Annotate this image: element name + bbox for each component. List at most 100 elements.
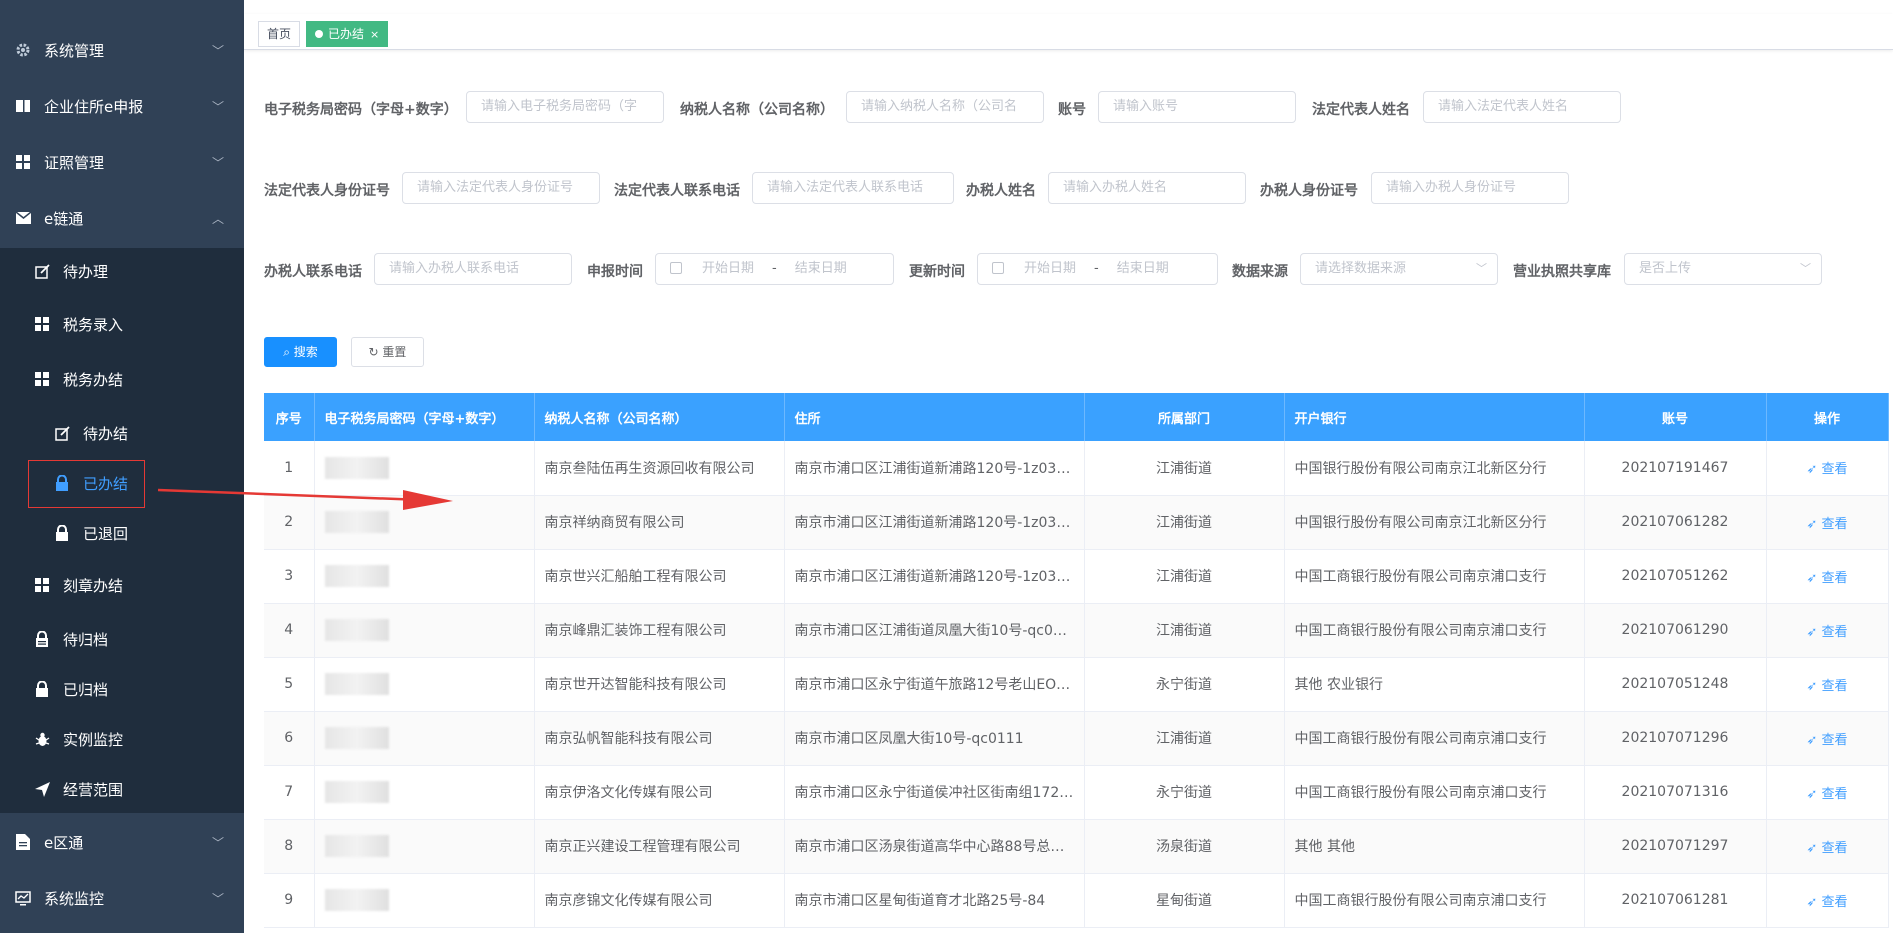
filter-label-taxpayer-name: 纳税人名称（公司名称） bbox=[680, 102, 834, 118]
report-time-range[interactable]: 开始日期 - 结束日期 bbox=[655, 253, 894, 285]
send-icon: ➶ bbox=[1806, 678, 1822, 694]
table-row[interactable]: 2 南京祥纳商贸有限公司 南京市浦口区江浦街道新浦路120号-1z0312 江浦街道中… bbox=[264, 495, 1889, 550]
send-icon: ➶ bbox=[1806, 894, 1822, 910]
cell-tax-password bbox=[314, 549, 535, 604]
input-placeholder: 请输入纳税人名称（公司名 bbox=[861, 99, 1018, 114]
license-share-select[interactable]: 是否上传 ﹀ bbox=[1624, 253, 1822, 285]
sidebar-item-label: 待办理 bbox=[63, 262, 109, 281]
view-link[interactable]: ➶ 查看 bbox=[1806, 571, 1847, 586]
cell-account: 202107071316 bbox=[1584, 765, 1767, 820]
sidebar-item-label: e区通 bbox=[44, 833, 84, 852]
sidebar-item-tax-completed[interactable]: 税务办结 ︿ bbox=[33, 363, 244, 395]
filter-label-report-time: 申报时间 bbox=[587, 264, 643, 280]
range-separator: - bbox=[1094, 261, 1099, 276]
cell-bank: 其他 其他 bbox=[1284, 819, 1585, 874]
filter-label-account: 账号 bbox=[1058, 102, 1086, 118]
cell-index: 6 bbox=[264, 711, 315, 766]
cell-actions: ➶ 查看 bbox=[1766, 495, 1889, 550]
column-header[interactable]: 住所 bbox=[784, 393, 1085, 441]
view-link[interactable]: ➶ 查看 bbox=[1806, 462, 1847, 477]
table-row[interactable]: 9 南京彦锦文化传媒有限公司 南京市浦口区星甸街道育才北路25号-84 星甸街道 中国工… bbox=[264, 873, 1889, 928]
table-row[interactable]: 4 南京峰鼎汇装饰工程有限公司 南京市浦口区江浦街道凤凰大街10号-qc0110 江浦… bbox=[264, 603, 1889, 658]
tag-home[interactable]: 首页 bbox=[258, 21, 301, 47]
sidebar-item-instance-monitor[interactable]: 实例监控 bbox=[33, 723, 244, 755]
table-row[interactable]: 6 南京弘帆智能科技有限公司 南京市浦口区凤凰大街10号-qc0111 江浦街道 中国工… bbox=[264, 711, 1889, 766]
search-button[interactable]: ⌕ 搜索 bbox=[264, 337, 337, 367]
sidebar-item-pending[interactable]: 待办理 bbox=[33, 255, 244, 287]
sidebar-item-system-monitor[interactable]: 系统监控 ﹀ bbox=[14, 882, 244, 914]
cell-account: 202107051248 bbox=[1584, 657, 1767, 712]
column-header[interactable]: 纳税人名称（公司名称） bbox=[534, 393, 785, 441]
redacted-block bbox=[324, 727, 389, 749]
table-row[interactable]: 5 南京世开达智能科技有限公司 南京市浦口区永宁街道午旅路12号老山EO… 永宁街道其… bbox=[264, 657, 1889, 712]
column-header[interactable]: 操作 bbox=[1766, 393, 1889, 441]
edit-icon bbox=[53, 424, 71, 442]
sidebar-item-to-complete[interactable]: 待办结 bbox=[53, 417, 244, 449]
agent-phone-input[interactable]: 请输入办税人联系电话 bbox=[374, 253, 572, 285]
input-placeholder: 请输入电子税务局密码（字 bbox=[481, 99, 638, 114]
table-row[interactable]: 8 南京正兴建设工程管理有限公司 南京市浦口区汤泉街道高华中心路88号总… 汤泉街道其… bbox=[264, 819, 1889, 874]
column-header[interactable]: 账号 bbox=[1584, 393, 1767, 441]
sidebar-item-seal-completed[interactable]: 刻章办结 ﹀ bbox=[33, 569, 244, 601]
sidebar-item-label: 待归档 bbox=[63, 630, 109, 649]
cell-taxpayer-name: 南京峰鼎汇装饰工程有限公司 bbox=[534, 603, 785, 658]
legal-rep-phone-input[interactable]: 请输入法定代表人联系电话 bbox=[752, 172, 954, 204]
tag-completed[interactable]: 已办结 × bbox=[306, 21, 389, 47]
sidebar-item-business-scope[interactable]: 经营范围 bbox=[33, 773, 244, 805]
sidebar-item-enterprise-address[interactable]: 企业住所e申报 ﹀ bbox=[14, 90, 244, 122]
sidebar-item-label: 证照管理 bbox=[44, 153, 105, 172]
sidebar-item-tax-entry[interactable]: 税务录入 ﹀ bbox=[33, 308, 244, 340]
cell-department: 江浦街道 bbox=[1084, 495, 1285, 550]
table-row[interactable]: 3 南京世兴汇船舶工程有限公司 南京市浦口区江浦街道新浦路120号-1z0310 江浦… bbox=[264, 549, 1889, 604]
column-header[interactable]: 所属部门 bbox=[1084, 393, 1285, 441]
sidebar-item-e-district[interactable]: e区通 ﹀ bbox=[14, 826, 244, 858]
redacted-block bbox=[324, 673, 389, 695]
sidebar-item-label: 税务录入 bbox=[63, 315, 124, 334]
agent-name-input[interactable]: 请输入办税人姓名 bbox=[1048, 172, 1246, 204]
sidebar-item-archived[interactable]: 已归档 bbox=[33, 673, 244, 705]
table-row[interactable]: 1 南京叁陆伍再生资源回收有限公司 南京市浦口区江浦街道新浦路120号-1z0317… bbox=[264, 441, 1889, 496]
input-placeholder: 请输入办税人身份证号 bbox=[1386, 180, 1517, 195]
column-header[interactable]: 开户银行 bbox=[1284, 393, 1585, 441]
update-time-range[interactable]: 开始日期 - 结束日期 bbox=[977, 253, 1218, 285]
column-header[interactable]: 电子税务局密码（字母+数字） bbox=[314, 393, 535, 441]
agent-id-input[interactable]: 请输入办税人身份证号 bbox=[1371, 172, 1569, 204]
view-link[interactable]: ➶ 查看 bbox=[1806, 787, 1847, 802]
mail-icon bbox=[14, 209, 32, 227]
cell-index: 3 bbox=[264, 549, 315, 604]
table-header-row: 序号 电子税务局密码（字母+数字） 纳税人名称（公司名称） 住所 所属部门 开户… bbox=[264, 393, 1889, 441]
table-row[interactable]: 7 南京伊洛文化传媒有限公司 南京市浦口区永宁街道侯冲社区街南组172… 永宁街道 中国… bbox=[264, 765, 1889, 820]
column-header[interactable]: 序号 bbox=[264, 393, 315, 441]
sidebar-item-system-manage[interactable]: 系统管理 ﹀ bbox=[14, 34, 244, 66]
view-link[interactable]: ➶ 查看 bbox=[1806, 841, 1847, 856]
view-link[interactable]: ➶ 查看 bbox=[1806, 733, 1847, 748]
redacted-block bbox=[324, 835, 389, 857]
cell-bank: 中国工商银行股份有限公司南京浦口支行 bbox=[1284, 603, 1585, 658]
tax-password-input[interactable]: 请输入电子税务局密码（字 bbox=[466, 91, 664, 123]
sidebar: 系统管理 ﹀ 企业住所e申报 ﹀ 证照管理 ﹀ e链通 ︿ 待办理 税务录入 ﹀… bbox=[0, 0, 244, 933]
legal-rep-id-input[interactable]: 请输入法定代表人身份证号 bbox=[402, 172, 600, 204]
view-link[interactable]: ➶ 查看 bbox=[1806, 625, 1847, 640]
sidebar-item-label: 刻章办结 bbox=[63, 576, 124, 595]
cell-department: 江浦街道 bbox=[1084, 711, 1285, 766]
chevron-down-icon: ﹀ bbox=[211, 99, 224, 114]
sidebar-item-license-manage[interactable]: 证照管理 ﹀ bbox=[14, 146, 244, 178]
view-link[interactable]: ➶ 查看 bbox=[1806, 679, 1847, 694]
filter-label-legal-rep-id: 法定代表人身份证号 bbox=[264, 183, 390, 199]
sidebar-item-e-chain[interactable]: e链通 ︿ bbox=[14, 202, 244, 234]
legal-rep-name-input[interactable]: 请输入法定代表人姓名 bbox=[1423, 91, 1621, 123]
account-input[interactable]: 请输入账号 bbox=[1098, 91, 1296, 123]
chevron-down-icon: ﹀ bbox=[211, 891, 224, 906]
tags-view-bar: 首页 已办结 × bbox=[244, 14, 1893, 50]
sidebar-item-label: 已归档 bbox=[63, 680, 109, 699]
view-link[interactable]: ➶ 查看 bbox=[1806, 895, 1847, 910]
reset-button[interactable]: ↻ 重置 bbox=[351, 337, 424, 367]
sidebar-item-returned[interactable]: 已退回 bbox=[53, 517, 244, 549]
search-icon: ⌕ bbox=[283, 345, 294, 359]
sidebar-item-to-archive[interactable]: 待归档 bbox=[33, 623, 244, 655]
view-link[interactable]: ➶ 查看 bbox=[1806, 517, 1847, 532]
close-icon[interactable]: × bbox=[370, 28, 379, 41]
cell-index: 8 bbox=[264, 819, 315, 874]
taxpayer-name-input[interactable]: 请输入纳税人名称（公司名 bbox=[846, 91, 1044, 123]
data-source-select[interactable]: 请选择数据来源 ﹀ bbox=[1300, 253, 1498, 285]
